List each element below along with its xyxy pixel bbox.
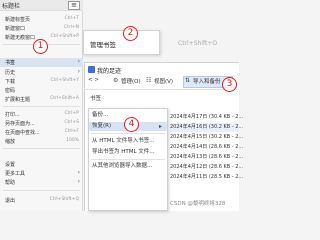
manage-bookmarks-item[interactable]: 管理书签 xyxy=(90,39,116,49)
export-html-item[interactable]: 导出书签为 HTML 文件... xyxy=(89,148,167,157)
tree-item-bookmarks[interactable]: 书签 xyxy=(90,94,101,102)
dropdown-divider xyxy=(91,133,165,134)
chevron-right-icon: › xyxy=(77,178,80,185)
backup-row[interactable]: 2024年4月11日 (28.5 KB - 2... xyxy=(170,173,243,182)
import-html-item[interactable]: 从 HTML 文件导入书签... xyxy=(89,137,167,146)
library-icon xyxy=(88,66,95,73)
chevron-right-icon: › xyxy=(77,58,80,65)
menu-item-exit[interactable]: 退出 Ctrl+Shift+Q xyxy=(0,196,83,205)
organize-menu[interactable]: 管理(O) xyxy=(121,77,141,87)
library-title: 我的足迹 xyxy=(97,68,122,75)
menu-divider xyxy=(3,148,80,149)
menu-item-new-tab[interactable]: 新建标签页 Ctrl+T xyxy=(0,15,83,24)
menu-item-history[interactable]: 历史 › xyxy=(0,68,83,77)
gear-icon: ⚙ xyxy=(113,77,119,84)
import-other-browser-item[interactable]: 从其他浏览器导入数据... xyxy=(89,162,167,171)
watermark: CSDN @黎明终将328 xyxy=(170,201,226,207)
step-marker-3: 3 xyxy=(222,77,237,92)
menu-item-settings[interactable]: 设置 xyxy=(0,160,83,169)
menu-item-save-page[interactable]: 另存页面为... Ctrl+S xyxy=(0,119,83,128)
step-marker-2: 2 xyxy=(123,26,138,41)
backup-row[interactable]: 2024年4月15日 (30.2 KB - 2... xyxy=(170,133,243,142)
menu-item-new-window[interactable]: 新建窗口 Ctrl+N xyxy=(0,24,83,33)
menu-divider xyxy=(3,106,80,107)
import-export-icon: ⇅ xyxy=(185,77,191,84)
toolbar-divider xyxy=(84,89,239,90)
backup-row[interactable]: 2024年4月12日 (28.6 KB - 2... xyxy=(170,163,243,172)
backup-row[interactable]: 2024年4月14日 (28.6 KB - 2... xyxy=(170,143,243,152)
open-menu-button[interactable]: ≡ xyxy=(68,1,80,10)
backup-row[interactable]: 2024年4月13日 (28.6 KB - 2... xyxy=(170,153,243,162)
backup-row[interactable]: 2024年4月17日 (30.4 KB - 2... xyxy=(170,113,243,122)
menu-item-print[interactable]: 打印... Ctrl+P xyxy=(0,110,83,119)
chevron-right-icon: › xyxy=(77,169,80,176)
menu-item-more-tools[interactable]: 更多工具 › xyxy=(0,169,83,178)
menu-item-addons[interactable]: 扩展和主题 Ctrl+Shift+A xyxy=(0,95,83,104)
menu-divider xyxy=(3,190,80,191)
nav-back-forward-buttons[interactable]: < > xyxy=(88,77,99,87)
menu-item-zoom[interactable]: 缩放 100% xyxy=(0,137,83,146)
views-menu[interactable]: 视图(V) xyxy=(154,77,173,87)
menu-item-downloads[interactable]: 下载 Ctrl+Shift+Y xyxy=(0,77,83,86)
step-marker-4: 4 xyxy=(124,117,139,132)
views-icon: ☷ xyxy=(146,77,152,84)
chevron-right-icon: ▸ xyxy=(159,123,163,130)
menu-item-find[interactable]: 在页面中查找... Ctrl+F xyxy=(0,128,83,137)
step-marker-1: 1 xyxy=(33,39,48,54)
chevron-right-icon: › xyxy=(77,68,80,75)
menu-header-label: 标题栏 xyxy=(2,3,21,10)
import-backup-button[interactable]: 导入和备份 xyxy=(193,77,221,87)
menu-item-help[interactable]: 帮助 › xyxy=(0,178,83,187)
dropdown-divider xyxy=(91,159,165,160)
menu-item-passwords[interactable]: 密码 xyxy=(0,86,83,95)
backup-row[interactable]: 2024年4月16日 (30.2 KB - 2... xyxy=(170,123,243,132)
manage-bookmarks-shortcut: Ctrl+Shift+O xyxy=(178,40,218,47)
menu-item-bookmarks[interactable]: 书签 › xyxy=(0,58,83,67)
